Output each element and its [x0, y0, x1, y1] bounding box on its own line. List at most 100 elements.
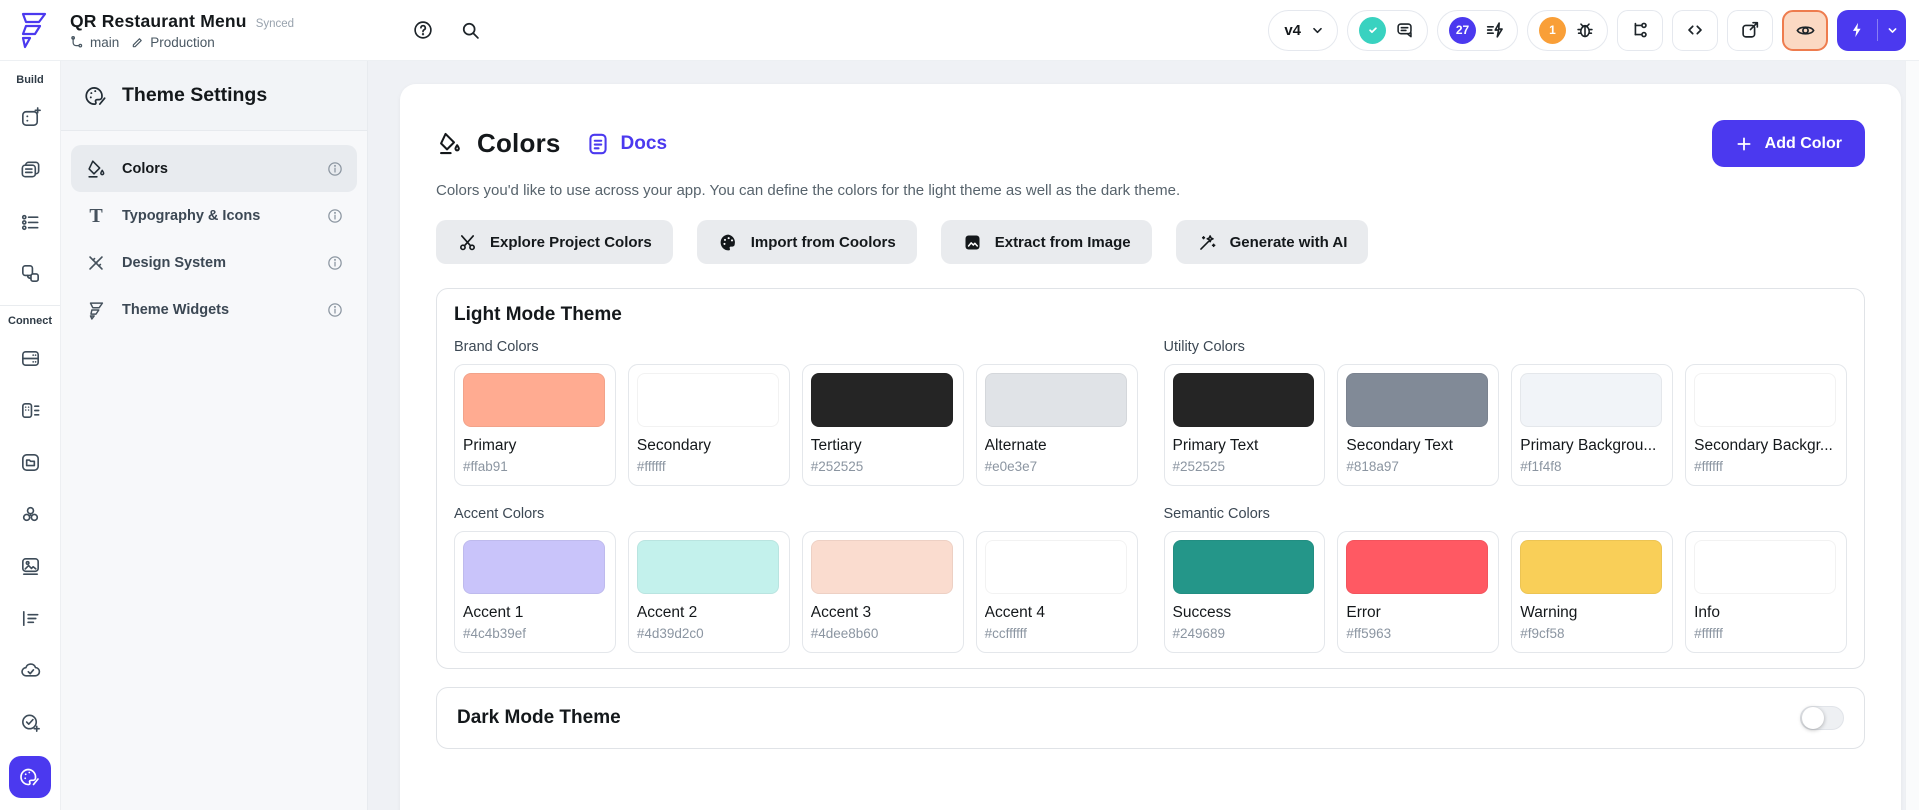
import-from-coolors-button[interactable]: Import from Coolors [697, 220, 917, 264]
version-selector[interactable]: v4 [1268, 10, 1338, 51]
light-mode-section: Light Mode Theme Brand Colors Primary #f… [436, 288, 1865, 669]
color-hex: #ffffff [1694, 459, 1836, 474]
light-mode-title: Light Mode Theme [454, 304, 1847, 326]
status-comments-pill[interactable] [1347, 10, 1428, 51]
color-card-alternate[interactable]: Alternate #e0e3e7 [976, 364, 1138, 486]
nav-item-api-calls[interactable] [0, 384, 60, 436]
search-icon [460, 20, 481, 41]
design-system-icon [84, 252, 108, 274]
export-button[interactable] [1727, 10, 1773, 51]
search-button[interactable] [460, 20, 481, 41]
theme-settings-header: Theme Settings [61, 61, 367, 131]
toggle-knob [1802, 707, 1824, 729]
nav-item-pages[interactable] [0, 143, 60, 195]
nav-item-tests[interactable] [0, 696, 60, 748]
info-icon[interactable] [326, 207, 344, 225]
color-card-accent-1[interactable]: Accent 1 #4c4b39ef [454, 531, 616, 653]
nav-rail: Build [0, 61, 61, 810]
vertical-scrollbar[interactable] [1905, 61, 1919, 810]
add-color-button[interactable]: Add Color [1712, 120, 1865, 167]
nav-item-localization[interactable] [0, 592, 60, 644]
nav-item-deploy[interactable] [0, 644, 60, 696]
color-card-accent-4[interactable]: Accent 4 #ccffffff [976, 531, 1138, 653]
branch-selector[interactable]: main [70, 35, 119, 50]
color-card-secondary[interactable]: Secondary #ffffff [628, 364, 790, 486]
info-icon[interactable] [326, 160, 344, 178]
color-swatch [1694, 540, 1836, 594]
color-card-secondary-text[interactable]: Secondary Text #818a97 [1337, 364, 1499, 486]
color-card-secondary-background[interactable]: Secondary Backgr... #ffffff [1685, 364, 1847, 486]
color-card-warning[interactable]: Warning #f9cf58 [1511, 531, 1673, 653]
widget-tree-button[interactable] [1617, 10, 1663, 51]
color-name: Secondary [637, 437, 779, 455]
dark-mode-toggle[interactable] [1800, 706, 1844, 730]
flutterflow-logo[interactable] [14, 10, 50, 50]
group-utility-colors: Utility Colors Primary Text #252525 Seco… [1164, 339, 1848, 486]
colors-card: Colors Docs Add Color Colors you [400, 84, 1901, 810]
color-swatch [811, 373, 953, 427]
issues-pill[interactable]: 1 [1527, 10, 1608, 51]
action-label: Explore Project Colors [490, 234, 652, 251]
nav-section-build: Build [16, 69, 44, 91]
help-button[interactable] [412, 19, 434, 41]
extract-from-image-button[interactable]: Extract from Image [941, 220, 1152, 264]
text-align-icon [19, 607, 42, 630]
panel-item-typography[interactable]: T Typography & Icons [71, 192, 357, 239]
nav-item-media-assets[interactable] [0, 540, 60, 592]
preview-button[interactable] [1782, 10, 1828, 51]
project-info: QR Restaurant Menu Synced main [70, 11, 294, 50]
info-icon[interactable] [326, 301, 344, 319]
info-icon[interactable] [326, 254, 344, 272]
color-swatch [637, 373, 779, 427]
add-color-label: Add Color [1765, 135, 1842, 153]
group-label: Utility Colors [1164, 339, 1848, 355]
color-hex: #4c4b39ef [463, 626, 605, 641]
nav-item-widget-palette[interactable] [0, 91, 60, 143]
bug-icon [1574, 19, 1596, 41]
branch-icon [70, 35, 85, 50]
color-swatch [811, 540, 953, 594]
color-card-primary-text[interactable]: Primary Text #252525 [1164, 364, 1326, 486]
list-icon [19, 210, 42, 233]
action-label: Generate with AI [1230, 234, 1348, 251]
color-card-primary-background[interactable]: Primary Backgrou... #f1f4f8 [1511, 364, 1673, 486]
color-name: Tertiary [811, 437, 953, 455]
color-card-info[interactable]: Info #ffffff [1685, 531, 1847, 653]
check-plus-icon [19, 711, 42, 734]
run-button[interactable] [1837, 10, 1906, 51]
panel-item-label: Design System [122, 255, 312, 271]
color-card-accent-3[interactable]: Accent 3 #4dee8b60 [802, 531, 964, 653]
docs-link[interactable]: Docs [585, 131, 667, 157]
nav-item-database[interactable] [0, 332, 60, 384]
app-window: QR Restaurant Menu Synced main [0, 0, 1919, 810]
nav-item-theme-settings-active[interactable] [9, 756, 51, 798]
color-name: Info [1694, 604, 1836, 622]
nav-item-app-values[interactable] [0, 195, 60, 247]
color-card-tertiary[interactable]: Tertiary #252525 [802, 364, 964, 486]
panel-item-design-system[interactable]: Design System [71, 239, 357, 286]
panel-item-theme-widgets[interactable]: Theme Widgets [71, 286, 357, 333]
color-name: Alternate [985, 437, 1127, 455]
panel-item-colors[interactable]: Colors [71, 145, 357, 192]
explore-project-colors-button[interactable]: Explore Project Colors [436, 220, 673, 264]
run-options-chevron-icon[interactable] [1878, 23, 1906, 38]
color-swatch [1346, 373, 1488, 427]
actions-count-pill[interactable]: 27 [1437, 10, 1518, 51]
color-card-success[interactable]: Success #249689 [1164, 531, 1326, 653]
color-card-accent-2[interactable]: Accent 2 #4d39d2c0 [628, 531, 790, 653]
nav-item-integrations[interactable] [0, 488, 60, 540]
nav-item-components[interactable] [0, 247, 60, 299]
group-label: Accent Colors [454, 506, 1138, 522]
color-name: Secondary Text [1346, 437, 1488, 455]
generate-with-ai-button[interactable]: Generate with AI [1176, 220, 1369, 264]
nav-item-files[interactable] [0, 436, 60, 488]
paint-bucket-icon [84, 158, 108, 180]
main-content: Colors Docs Add Color Colors you [368, 61, 1919, 810]
code-view-button[interactable] [1672, 10, 1718, 51]
typography-icon: T [84, 206, 108, 226]
color-card-primary[interactable]: Primary #ffab91 [454, 364, 616, 486]
dark-mode-title: Dark Mode Theme [457, 707, 621, 729]
color-card-error[interactable]: Error #ff5963 [1337, 531, 1499, 653]
color-swatch [637, 540, 779, 594]
environment-selector[interactable]: Production [131, 35, 215, 50]
